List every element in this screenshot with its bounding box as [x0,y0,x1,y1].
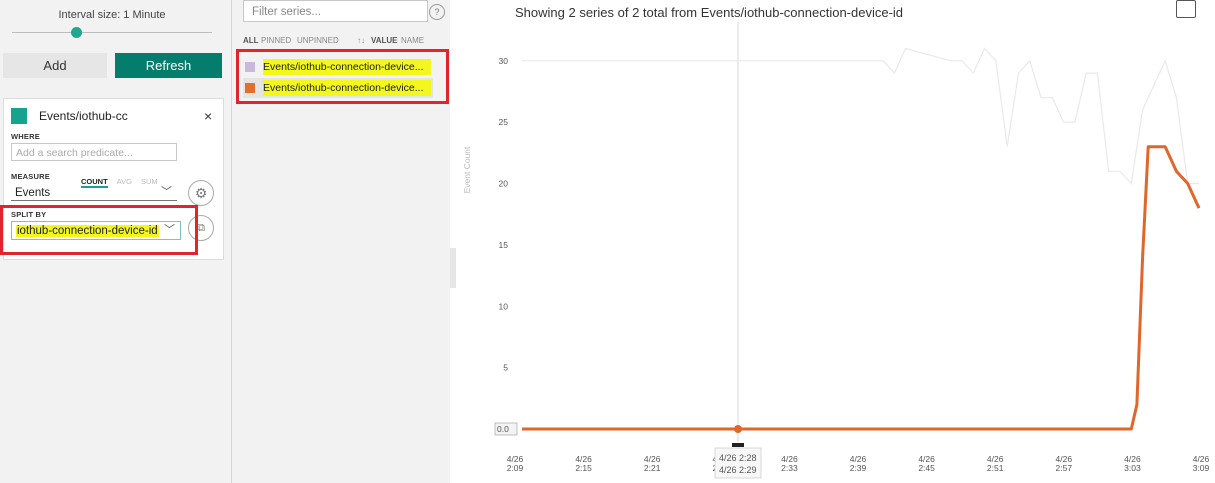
x-tick-label: 4/262:51 [987,454,1004,473]
series-line-faint [522,47,1199,185]
hover-tooltip: 4/26 2:28 4/26 2:29 [714,447,762,479]
svg-text:2:15: 2:15 [575,463,592,473]
svg-text:2:21: 2:21 [644,463,661,473]
y-tick-label: 5 [503,363,508,373]
svg-text:2:09: 2:09 [507,463,524,473]
series-line-main [522,145,1201,431]
y-tick-label: 30 [499,56,509,66]
svg-text:3:09: 3:09 [1193,463,1210,473]
zero-label-text: 0.0 [497,424,509,434]
x-tick-label: 4/262:09 [507,454,524,473]
x-tick-label: 4/262:45 [918,454,935,473]
tooltip-line-2: 4/26 2:29 [719,465,757,475]
hover-point [734,425,742,433]
x-tick-label: 4/263:09 [1193,454,1210,473]
x-tick-label: 4/263:03 [1124,454,1141,473]
y-tick-label: 25 [499,117,509,127]
svg-text:2:39: 2:39 [850,463,867,473]
tooltip-line-1: 4/26 2:28 [719,453,757,463]
x-tick-label: 4/262:57 [1056,454,1073,473]
svg-text:2:57: 2:57 [1056,463,1073,473]
y-tick-label: 20 [499,179,509,189]
x-tick-label: 4/262:39 [850,454,867,473]
x-tick-label: 4/262:21 [644,454,661,473]
y-tick-label: 10 [499,301,509,311]
svg-text:3:03: 3:03 [1124,463,1141,473]
chart-svg: 5 10 15 20 25 30 4/262:09 4/262:15 4/262:21 4/26… [462,22,1210,479]
y-tick-label: 15 [499,240,509,250]
svg-text:2:45: 2:45 [918,463,935,473]
x-tick-label: 4/262:33 [781,454,798,473]
svg-text:2:51: 2:51 [987,463,1004,473]
x-tick-label: 4/262:15 [575,454,592,473]
hover-marker [732,443,744,447]
svg-text:2:33: 2:33 [781,463,798,473]
zero-label: 0.0 [494,422,518,436]
y-axis-label: Event Count [462,146,472,193]
